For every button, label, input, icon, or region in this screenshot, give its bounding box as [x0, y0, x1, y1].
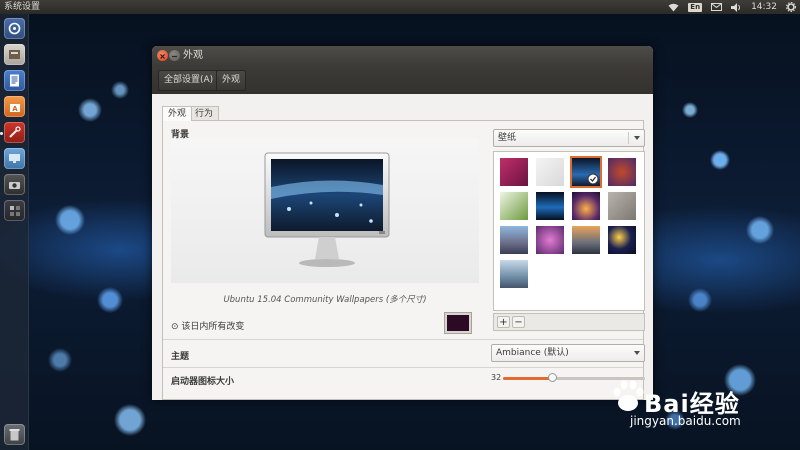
running-indicator [0, 132, 3, 135]
background-color-button[interactable] [445, 313, 471, 333]
wallpaper-thumbnail[interactable] [572, 192, 600, 220]
divider [163, 339, 643, 340]
wallpaper-thumbnail-selected[interactable] [572, 158, 600, 186]
wallpaper-thumbnail[interactable] [500, 158, 528, 186]
monitor-icon [9, 154, 20, 163]
active-app-title: 系统设置 [4, 2, 41, 12]
launcher-files-button[interactable] [4, 44, 25, 65]
wallpaper-list-actions: + − [493, 313, 645, 331]
tab-behavior[interactable]: 行为 [189, 106, 220, 121]
wallpaper-thumbnail[interactable] [536, 226, 564, 254]
window-toolbar: 全部设置(A) 外观 [152, 66, 653, 94]
launcher-icon-size-label: 启动器图标大小 [171, 377, 235, 387]
wallpaper-thumbnail[interactable] [572, 226, 600, 254]
launcher-writer-button[interactable] [4, 70, 25, 91]
file-cabinet-icon [9, 50, 20, 59]
window-titlebar[interactable]: 外观 [152, 46, 653, 66]
wifi-icon[interactable] [668, 3, 679, 12]
wallpaper-thumbnail-grid [493, 151, 645, 311]
all-settings-button[interactable]: 全部设置(A) [158, 70, 220, 91]
top-panel: 系统设置 En 14:32 [0, 0, 800, 14]
monitor-preview-icon [264, 152, 390, 267]
watermark-url: jingyan.baidu.com [630, 414, 741, 428]
launcher-trash-button[interactable] [4, 424, 25, 445]
baidu-watermark: Bai经验 jingyan.baidu.com [608, 360, 798, 448]
clock-indicator[interactable]: 14:32 [751, 0, 777, 14]
launcher-workspace-switcher-button[interactable] [4, 200, 25, 221]
workspaces-icon [9, 205, 20, 216]
trash-icon [9, 429, 20, 441]
wallpaper-caption: Ubuntu 15.04 Community Wallpapers (多个尺寸) [223, 295, 427, 305]
wallpaper-thumbnail[interactable] [500, 260, 528, 288]
chevron-down-icon [634, 351, 640, 355]
paw-logo-icon [613, 380, 644, 411]
window-title: 外观 [183, 50, 203, 61]
ubuntu-logo-icon [8, 22, 21, 35]
launcher-software-center-button[interactable]: A [4, 96, 25, 117]
launcher-camera-button[interactable] [4, 174, 25, 195]
indicator-area: En 14:32 [659, 0, 796, 14]
slider-fill [503, 377, 553, 380]
appearance-settings-window: 外观 全部设置(A) 外观 外观 行为 背景 Ubuntu 15.04 Comm… [152, 46, 653, 400]
slider-handle[interactable] [547, 373, 557, 382]
wallpaper-thumbnail[interactable] [500, 192, 528, 220]
remove-wallpaper-button[interactable]: − [512, 316, 525, 328]
wallpaper-thumbnail[interactable] [536, 192, 564, 220]
appearance-tab-panel: 背景 Ubuntu 15.04 Community Wallpapers (多个… [162, 120, 645, 400]
wallpaper-thumbnail[interactable] [608, 192, 636, 220]
launcher-appearance-button[interactable] [4, 148, 25, 169]
launcher-settings-button[interactable] [4, 122, 25, 143]
breadcrumb-appearance[interactable]: 外观 [216, 70, 247, 91]
wallpaper-thumbnail[interactable] [608, 158, 636, 186]
tools-icon [9, 126, 21, 138]
camera-icon [9, 181, 20, 189]
wallpaper-thumbnail[interactable] [608, 226, 636, 254]
chevron-down-icon [634, 136, 640, 140]
minimize-icon[interactable] [169, 50, 180, 61]
add-wallpaper-button[interactable]: + [497, 316, 510, 328]
svg-text:A: A [12, 105, 18, 113]
tab-appearance[interactable]: 外观 [162, 106, 193, 121]
wallpaper-thumbnail[interactable] [500, 226, 528, 254]
close-icon[interactable] [157, 50, 168, 61]
divider [163, 367, 643, 368]
window-content: 外观 行为 背景 Ubuntu 15.04 Community Wallpape… [152, 94, 653, 400]
launcher: A [0, 14, 29, 450]
mail-icon[interactable] [711, 3, 723, 11]
wallpaper-preview [171, 139, 479, 283]
keyboard-layout-badge: En [688, 2, 703, 12]
shopping-bag-icon: A [9, 103, 20, 113]
clock-icon: ⊙ [171, 322, 179, 332]
document-icon [10, 74, 19, 87]
wallpaper-source-combo[interactable]: 壁纸 [493, 129, 645, 147]
volume-icon[interactable] [731, 2, 742, 12]
keyboard-layout-indicator[interactable]: En [688, 2, 703, 12]
checkmark-icon [587, 173, 599, 185]
launcher-icon-size-value: 32 [491, 373, 502, 382]
wallpaper-thumbnail[interactable] [536, 158, 564, 186]
gear-icon[interactable] [786, 2, 796, 12]
launcher-dash-button[interactable] [4, 18, 25, 39]
theme-section-label: 主题 [171, 352, 190, 362]
day-change-label: ⊙ 该日内所有改变 [171, 322, 245, 332]
